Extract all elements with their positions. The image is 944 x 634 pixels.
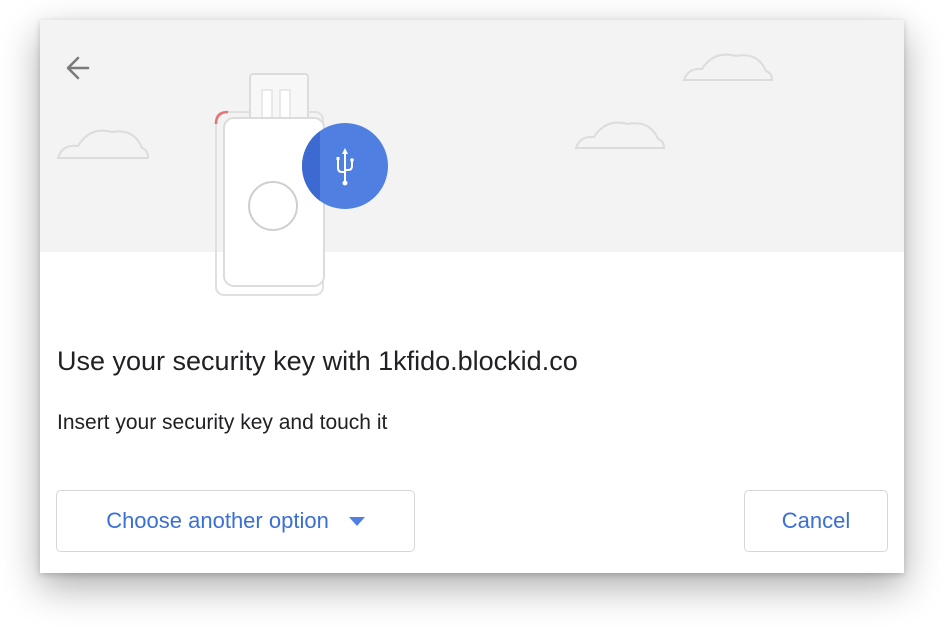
security-key-illustration bbox=[40, 20, 904, 296]
illustration-art bbox=[56, 53, 774, 296]
cloud-icon bbox=[56, 129, 150, 159]
caret-down-icon bbox=[348, 516, 365, 526]
dialog-instruction: Insert your security key and touch it bbox=[57, 411, 388, 434]
choose-another-option-button[interactable]: Choose another option bbox=[56, 490, 415, 552]
security-key-dialog: Use your security key with 1kfido.blocki… bbox=[40, 20, 904, 573]
cloud-icon bbox=[574, 121, 666, 149]
cancel-label: Cancel bbox=[781, 508, 851, 533]
usb-icon bbox=[302, 123, 388, 209]
cancel-button[interactable]: Cancel bbox=[744, 490, 888, 552]
cloud-icon bbox=[682, 53, 774, 81]
dialog-title: Use your security key with 1kfido.blocki… bbox=[57, 346, 578, 376]
arrow-left-icon bbox=[66, 56, 90, 80]
choose-another-option-label: Choose another option bbox=[106, 508, 329, 533]
back-button[interactable] bbox=[60, 50, 96, 86]
page: Use your security key with 1kfido.blocki… bbox=[0, 0, 944, 634]
